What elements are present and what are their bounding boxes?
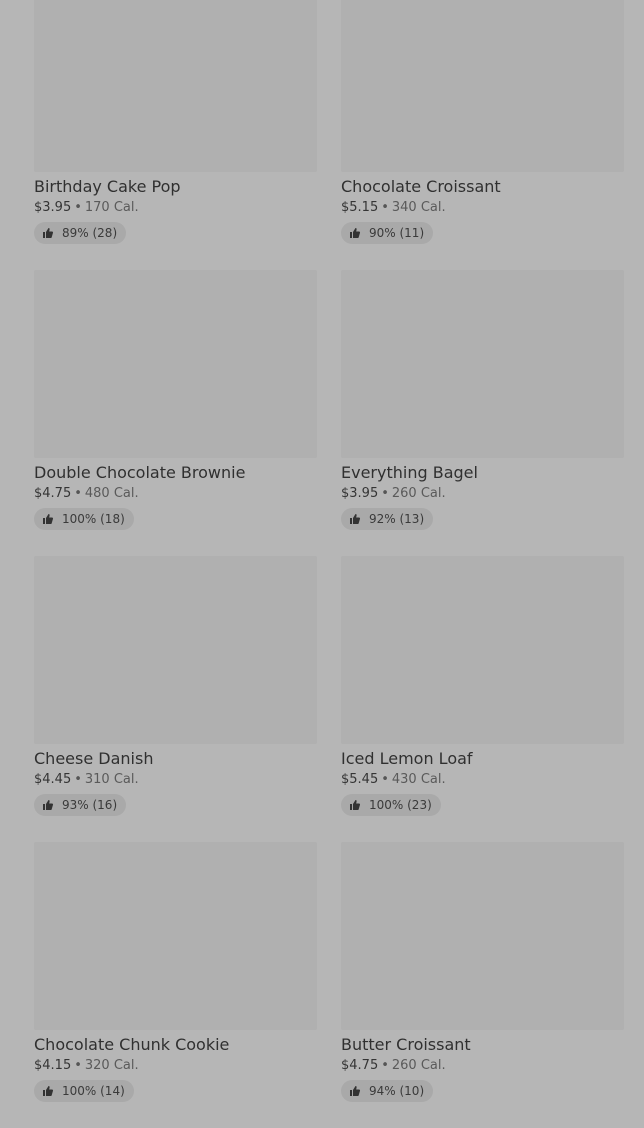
item-meta: $4.75 • 260 Cal. (341, 1058, 624, 1074)
rating-text: 90% (11) (369, 226, 425, 240)
item-meta: $5.15 • 340 Cal. (341, 200, 624, 216)
item-calories: 320 Cal. (84, 1058, 139, 1073)
item-price: $3.95 (34, 200, 72, 215)
menu-item-card[interactable]: Double Chocolate Brownie $4.75 • 480 Cal. … (34, 270, 317, 556)
menu-item-card[interactable]: Chocolate Croissant $5.15 • 340 Cal. 90% (… (341, 0, 624, 270)
item-calories: 260 Cal. (391, 486, 446, 501)
item-meta: $3.95 • 170 Cal. (34, 200, 317, 216)
item-image-placeholder[interactable] (34, 556, 317, 744)
rating-badge: 100% (18) (34, 508, 134, 530)
rating-text: 92% (13) (369, 512, 425, 526)
menu-item-grid: Birthday Cake Pop $3.95 • 170 Cal. 89% (28… (34, 0, 624, 1128)
rating-badge: 100% (23) (341, 794, 441, 816)
item-price: $4.45 (34, 772, 72, 787)
menu-item-card[interactable]: Birthday Cake Pop $3.95 • 170 Cal. 89% (28… (34, 0, 317, 270)
thumbs-up-icon (349, 227, 361, 239)
rating-text: 89% (28) (62, 226, 118, 240)
item-image-placeholder[interactable] (341, 842, 624, 1030)
thumbs-up-icon (42, 1085, 54, 1097)
thumbs-up-icon (349, 513, 361, 525)
item-name[interactable]: Everything Bagel (341, 463, 624, 483)
item-name[interactable]: Iced Lemon Loaf (341, 749, 624, 769)
item-calories: 340 Cal. (391, 200, 446, 215)
item-meta: $4.15 • 320 Cal. (34, 1058, 317, 1074)
thumbs-up-icon (42, 799, 54, 811)
rating-text: 93% (16) (62, 798, 118, 812)
item-price: $4.75 (34, 486, 72, 501)
rating-badge: 100% (14) (34, 1080, 134, 1102)
item-price: $3.95 (341, 486, 379, 501)
meta-separator: • (381, 486, 389, 501)
item-calories: 430 Cal. (391, 772, 446, 787)
item-calories: 260 Cal. (391, 1058, 446, 1073)
menu-item-card[interactable]: Cheese Danish $4.45 • 310 Cal. 93% (16) (34, 556, 317, 842)
meta-separator: • (381, 772, 389, 787)
item-image-placeholder[interactable] (34, 842, 317, 1030)
meta-separator: • (381, 1058, 389, 1073)
item-name[interactable]: Butter Croissant (341, 1035, 624, 1055)
rating-badge: 92% (13) (341, 508, 434, 530)
rating-text: 100% (18) (62, 512, 125, 526)
meta-separator: • (74, 1058, 82, 1073)
rating-text: 94% (10) (369, 1084, 425, 1098)
rating-badge: 93% (16) (34, 794, 127, 816)
meta-separator: • (74, 772, 82, 787)
item-meta: $4.45 • 310 Cal. (34, 772, 317, 788)
item-calories: 310 Cal. (84, 772, 139, 787)
rating-badge: 89% (28) (34, 222, 127, 244)
thumbs-up-icon (349, 1085, 361, 1097)
meta-separator: • (74, 486, 82, 501)
item-image-placeholder[interactable] (341, 556, 624, 744)
item-name[interactable]: Chocolate Croissant (341, 177, 624, 197)
item-price: $5.15 (341, 200, 379, 215)
item-image-placeholder[interactable] (341, 270, 624, 458)
item-name[interactable]: Birthday Cake Pop (34, 177, 317, 197)
item-image-placeholder[interactable] (34, 0, 317, 172)
thumbs-up-icon (42, 513, 54, 525)
item-meta: $5.45 • 430 Cal. (341, 772, 624, 788)
item-price: $4.15 (34, 1058, 72, 1073)
menu-item-card[interactable]: Everything Bagel $3.95 • 260 Cal. 92% (13) (341, 270, 624, 556)
thumbs-up-icon (42, 227, 54, 239)
thumbs-up-icon (349, 799, 361, 811)
item-image-placeholder[interactable] (34, 270, 317, 458)
rating-text: 100% (23) (369, 798, 432, 812)
item-calories: 480 Cal. (84, 486, 139, 501)
item-name[interactable]: Cheese Danish (34, 749, 317, 769)
item-meta: $3.95 • 260 Cal. (341, 486, 624, 502)
rating-text: 100% (14) (62, 1084, 125, 1098)
rating-badge: 94% (10) (341, 1080, 434, 1102)
item-price: $4.75 (341, 1058, 379, 1073)
item-name[interactable]: Double Chocolate Brownie (34, 463, 317, 483)
menu-item-card[interactable]: Butter Croissant $4.75 • 260 Cal. 94% (10) (341, 842, 624, 1128)
item-name[interactable]: Chocolate Chunk Cookie (34, 1035, 317, 1055)
item-meta: $4.75 • 480 Cal. (34, 486, 317, 502)
rating-badge: 90% (11) (341, 222, 434, 244)
meta-separator: • (381, 200, 389, 215)
meta-separator: • (74, 200, 82, 215)
item-calories: 170 Cal. (84, 200, 139, 215)
menu-item-card[interactable]: Iced Lemon Loaf $5.45 • 430 Cal. 100% (23) (341, 556, 624, 842)
item-image-placeholder[interactable] (341, 0, 624, 172)
menu-item-card[interactable]: Chocolate Chunk Cookie $4.15 • 320 Cal. 10… (34, 842, 317, 1128)
item-price: $5.45 (341, 772, 379, 787)
